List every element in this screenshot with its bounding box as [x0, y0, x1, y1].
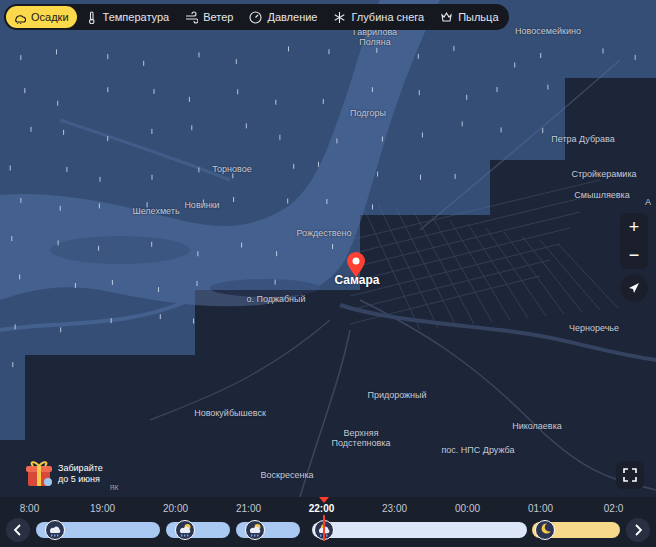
weather-icon	[45, 520, 65, 540]
weather-icon	[245, 520, 265, 540]
weather-map[interactable]: Гаврилова Поляна Новосемейкино Подгоры Петр…	[0, 0, 656, 497]
layer-icon	[249, 11, 262, 24]
layer-icon	[333, 11, 346, 24]
forecast-segment[interactable]	[166, 522, 230, 538]
place-label: А	[645, 198, 651, 208]
hour-label[interactable]: 19:00	[66, 501, 139, 516]
fullscreen-button[interactable]	[616, 461, 644, 489]
forecast-segment[interactable]	[236, 522, 300, 538]
hour-label[interactable]: 01:00	[504, 501, 577, 516]
forecast-segment[interactable]	[312, 522, 527, 538]
place-label: Николаевка	[512, 422, 562, 432]
chevron-left-icon	[13, 524, 23, 536]
gift-icon	[24, 458, 54, 490]
place-label: Новокуйбышевск	[194, 409, 266, 419]
promo-line: Забирайте	[58, 463, 103, 474]
place-label: Придорожный	[367, 391, 426, 401]
prev-button[interactable]	[6, 518, 30, 542]
locate-button[interactable]	[620, 274, 648, 302]
place-label: Гаврилова Поляна	[340, 28, 410, 48]
layer-icon	[85, 11, 98, 24]
zoom-in-button[interactable]: +	[620, 213, 648, 241]
place-label: Новосемейкино	[515, 27, 581, 37]
city-label: Самара	[335, 274, 380, 287]
hour-label[interactable]: 8:00	[0, 501, 66, 516]
fullscreen-icon	[623, 468, 637, 482]
place-label: Петра Дубрава	[551, 135, 615, 145]
place-label: Новинки	[184, 201, 219, 211]
layer-tab[interactable]: Давление	[242, 6, 325, 28]
locate-arrow-icon	[627, 281, 641, 295]
forecast-bar	[0, 519, 656, 541]
tab-label: Температура	[103, 10, 170, 24]
place-label: Торновое	[212, 165, 251, 175]
layer-tab[interactable]: Температура	[78, 6, 178, 28]
forecast-segment[interactable]	[36, 522, 160, 538]
place-label: о. Поджабный	[246, 295, 305, 305]
hour-label[interactable]: 23:00	[358, 501, 431, 516]
hour-label[interactable]: 00:00	[431, 501, 504, 516]
layer-icon	[13, 11, 26, 24]
place-label: Шелехметь	[132, 207, 179, 217]
place-label: Смышляевка	[574, 191, 629, 201]
next-button[interactable]	[626, 518, 650, 542]
weather-icon	[175, 520, 195, 540]
layer-tab[interactable]: Осадки	[6, 6, 77, 28]
place-label: Верхняя Подстепновка	[326, 429, 396, 449]
hour-label[interactable]: 21:00	[212, 501, 285, 516]
zoom-out-button[interactable]: −	[620, 241, 648, 269]
tab-label: Давление	[267, 10, 317, 24]
weather-icon	[535, 520, 555, 540]
promo-text: Забирайтедо 5 июня	[58, 463, 103, 485]
chevron-right-icon	[633, 524, 643, 536]
promo-banner[interactable]: Забирайтедо 5 июня	[24, 458, 103, 490]
place-label: Рождествено	[296, 229, 351, 239]
tab-label: Пыльца	[458, 10, 498, 24]
place-label: ЯК	[109, 484, 118, 492]
place-label: Стройкерамика	[571, 170, 636, 180]
promo-line: до 5 июня	[58, 474, 103, 485]
layer-tab[interactable]: Ветер	[178, 6, 241, 28]
now-marker-icon	[319, 497, 329, 503]
now-marker[interactable]	[323, 515, 325, 541]
hour-label[interactable]: 02:0	[577, 501, 650, 516]
place-label: Черноречье	[569, 324, 619, 334]
zoom-control: +−	[620, 213, 648, 269]
layer-icon	[440, 11, 453, 24]
tab-label: Осадки	[31, 10, 69, 24]
layer-icon	[185, 11, 198, 24]
tab-label: Глубина снега	[351, 10, 424, 24]
hour-label[interactable]: 20:00	[139, 501, 212, 516]
layer-tabs: Осадки Температура Ветер Давление Глубина сн…	[4, 4, 509, 30]
place-label: Подгоры	[350, 109, 386, 119]
forecast-segment[interactable]	[532, 522, 620, 538]
location-pin-icon	[346, 252, 366, 278]
tab-label: Ветер	[203, 10, 233, 24]
place-label: пос. НПС Дружба	[441, 446, 514, 456]
place-label: Воскресенка	[260, 471, 313, 481]
timeline[interactable]: 8:0019:0020:0021:0022:0023:0000:0001:000…	[0, 497, 656, 547]
layer-tab[interactable]: Пыльца	[433, 6, 506, 28]
layer-tab[interactable]: Глубина снега	[326, 6, 432, 28]
